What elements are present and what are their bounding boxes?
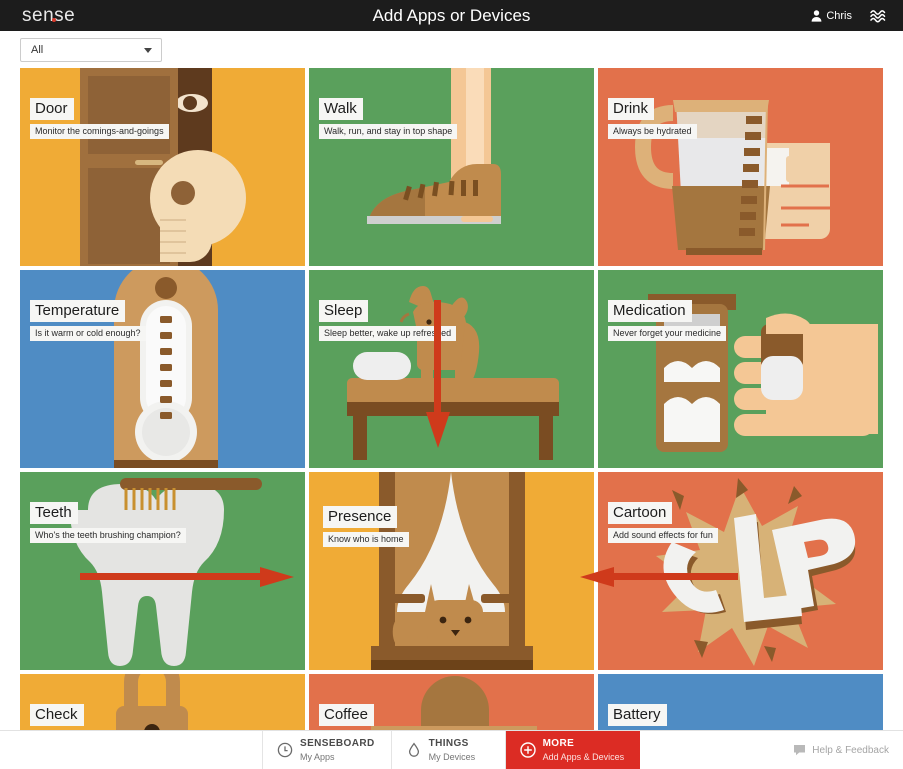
app-tile-temperature[interactable]: Temperature Is it warm or cold enough? [20, 270, 305, 468]
app-tile-medication[interactable]: Medication Never forget your medicine [598, 270, 883, 468]
app-tile-subtitle: Always be hydrated [608, 124, 697, 139]
category-filter-value: All [21, 44, 144, 56]
app-tile-labels: CoffeeManage your coffee use [319, 704, 425, 730]
app-tile-subtitle: Walk, run, and stay in top shape [319, 124, 457, 139]
app-tile-cartoon[interactable]: Cartoon Add sound effects for fun [598, 472, 883, 670]
filter-bar: All [0, 31, 903, 67]
bottom-nav-item-label: MORE [543, 738, 625, 750]
app-tile-title: Drink [608, 98, 654, 120]
app-tile-title: Medication [608, 300, 692, 322]
bottom-nav-item-label: THINGS [429, 738, 476, 750]
app-tile-presence[interactable]: Presence Know who is home [309, 472, 594, 670]
user-menu[interactable]: Chris [811, 10, 852, 22]
app-tile-subtitle: Know who is home [323, 532, 409, 547]
app-tile-labels: Sleep Sleep better, wake up refreshed [319, 300, 456, 341]
app-tile-grid: DoorMonitor the comings-and-goings WalkW… [20, 68, 883, 730]
app-tile-labels: Temperature Is it warm or cold enough? [30, 300, 146, 341]
app-tile-title: Battery [608, 704, 667, 726]
app-tile-subtitle: Is it warm or cold enough? [30, 326, 146, 341]
app-tile-subtitle: Never forget your medicine [608, 326, 726, 341]
app-tile-title: Cartoon [608, 502, 672, 524]
app-tile-labels: Cartoon Add sound effects for fun [608, 502, 718, 543]
wave-menu-icon[interactable] [870, 9, 887, 23]
top-bar: sense Add Apps or Devices Chris [0, 0, 903, 31]
bottom-nav-bar: SENSEBOARD My Apps THINGS My Devices MORE Add… [0, 730, 903, 768]
bottom-nav-group: SENSEBOARD My Apps THINGS My Devices MORE Add… [262, 731, 640, 769]
bottom-nav-item-sublabel: My Apps [300, 752, 375, 762]
sensor-icon [406, 742, 422, 758]
app-tile-sleep[interactable]: Sleep Sleep better, wake up refreshed [309, 270, 594, 468]
app-tile-battery[interactable]: BatteryKeep track of your battery levels [598, 674, 883, 730]
bottom-nav-item-text: MORE Add Apps & Devices [543, 738, 625, 762]
bottom-nav-item-sublabel: Add Apps & Devices [543, 752, 625, 762]
app-tile-subtitle: Sleep better, wake up refreshed [319, 326, 456, 341]
app-tile-title: Coffee [319, 704, 374, 726]
plus-circle-icon [520, 742, 536, 758]
chevron-down-icon [144, 48, 152, 53]
app-tile-title: Teeth [30, 502, 78, 524]
app-tile-walk[interactable]: Walk Walk, run, and stay in top shape [309, 68, 594, 266]
app-tile-title: Temperature [30, 300, 125, 322]
app-tile-labels: Presence Know who is home [323, 506, 409, 547]
bottom-nav-item-more[interactable]: MORE Add Apps & Devices [506, 731, 641, 769]
bottom-nav-item-label: SENSEBOARD [300, 738, 375, 750]
app-tile-labels: BatteryKeep track of your battery levels [608, 704, 747, 730]
app-tile-drink[interactable]: Drink Always be hydrated [598, 68, 883, 266]
bottom-nav-item-sublabel: My Devices [429, 752, 476, 762]
category-filter-select[interactable]: All [20, 38, 162, 62]
app-tile-labels: Walk Walk, run, and stay in top shape [319, 98, 457, 139]
app-tile-teeth[interactable]: Teeth Who's the teeth brushing champion? [20, 472, 305, 670]
clock-icon [277, 742, 293, 758]
app-tile-subtitle: Add sound effects for fun [608, 528, 718, 543]
app-tile-subtitle: Monitor the comings-and-goings [30, 124, 169, 139]
bottom-nav-item-text: THINGS My Devices [429, 738, 476, 762]
help-and-feedback-button[interactable]: Help & Feedback [793, 731, 889, 769]
top-bar-right: Chris [811, 0, 887, 31]
bottom-nav-item-senseboard[interactable]: SENSEBOARD My Apps [262, 731, 392, 769]
bottom-nav-item-things[interactable]: THINGS My Devices [392, 731, 506, 769]
presence-illustration [309, 472, 594, 670]
bottom-nav-item-text: SENSEBOARD My Apps [300, 738, 375, 762]
app-tile-title: Presence [323, 506, 397, 528]
app-tile-title: Walk [319, 98, 363, 120]
app-tile-title: Door [30, 98, 74, 120]
page-title: Add Apps or Devices [0, 0, 903, 31]
app-tile-coffee[interactable]: CoffeeManage your coffee use [309, 674, 594, 730]
user-name: Chris [826, 10, 852, 22]
app-tile-labels: Drink Always be hydrated [608, 98, 697, 139]
speech-bubble-icon [793, 744, 806, 756]
app-tile-labels: CheckDid it move ? [30, 704, 93, 730]
app-tile-title: Sleep [319, 300, 368, 322]
person-icon [811, 10, 822, 22]
app-tile-labels: Teeth Who's the teeth brushing champion? [30, 502, 186, 543]
app-tile-title: Check [30, 704, 84, 726]
help-and-feedback-label: Help & Feedback [812, 745, 889, 756]
app-tile-subtitle: Who's the teeth brushing champion? [30, 528, 186, 543]
app-tile-door[interactable]: Door Monitor the comings-and-goings [20, 68, 305, 266]
app-tile-labels: Medication Never forget your medicine [608, 300, 726, 341]
app-tile-check[interactable]: CheckDid it move ? [20, 674, 305, 730]
app-tile-labels: Door Monitor the comings-and-goings [30, 98, 169, 139]
